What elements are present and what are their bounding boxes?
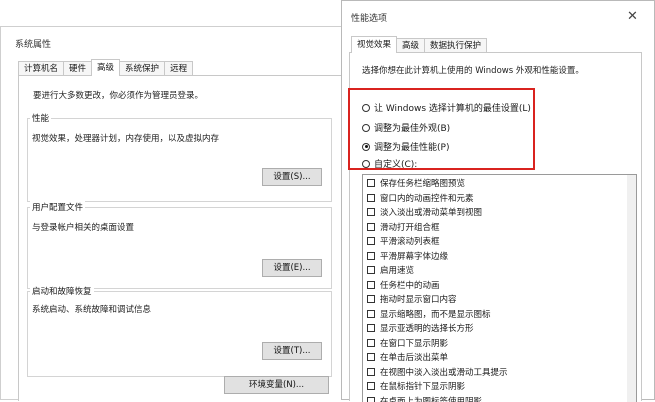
option-label: 淡入淡出或滑动菜单到视图	[380, 206, 482, 218]
option-label: 平滑滚动列表框	[380, 235, 440, 247]
window-title: 性能选项	[351, 11, 387, 24]
user-profile-group-label: 用户配置文件	[30, 201, 85, 213]
visual-effects-list[interactable]: 保存任务栏缩略图预览窗口内的动画控件和元素淡入淡出或滑动菜单到视图滑动打开组合框…	[362, 174, 637, 402]
startup-recovery-desc: 系统启动、系统故障和调试信息	[32, 303, 151, 315]
list-item[interactable]: 平滑屏幕字体边缘	[363, 249, 636, 264]
startup-settings-button[interactable]: 设置(T)...	[262, 342, 322, 360]
checkbox[interactable]	[367, 368, 375, 376]
close-icon[interactable]: ✕	[627, 10, 638, 23]
user-profile-settings-button[interactable]: 设置(E)...	[262, 259, 322, 277]
checkbox[interactable]	[367, 179, 375, 187]
tab-strip: 计算机名 硬件 高级 系统保护 远程	[18, 59, 192, 76]
advanced-tab-panel: 要进行大多数更改，你必须作为管理员登录。 性能 视觉效果，处理器计划，内存使用，…	[18, 75, 344, 401]
checkbox[interactable]	[367, 252, 375, 260]
tab-remote[interactable]: 远程	[164, 61, 193, 76]
list-item[interactable]: 拖动时显示窗口内容	[363, 292, 636, 307]
options-container: 保存任务栏缩略图预览窗口内的动画控件和元素淡入淡出或滑动菜单到视图滑动打开组合框…	[363, 175, 636, 402]
option-label: 拖动时显示窗口内容	[380, 293, 457, 305]
list-item[interactable]: 显示缩略图，而不是显示图标	[363, 307, 636, 322]
environment-variables-button[interactable]: 环境变量(N)...	[224, 376, 329, 394]
performance-options-window: 性能选项 ✕ 视觉效果 高级 数据执行保护 选择你想在此计算机上使用的 Wind…	[341, 0, 655, 400]
highlight-box	[348, 88, 535, 170]
user-profile-group: 用户配置文件 与登录帐户相关的桌面设置 设置(E)...	[27, 207, 332, 289]
tab-computer-name[interactable]: 计算机名	[18, 61, 64, 76]
checkbox[interactable]	[367, 324, 375, 332]
option-label: 任务栏中的动画	[380, 279, 440, 291]
option-label: 在桌面上为图标签使用阴影	[380, 395, 482, 402]
admin-note: 要进行大多数更改，你必须作为管理员登录。	[33, 89, 203, 101]
checkbox[interactable]	[367, 194, 375, 202]
checkbox[interactable]	[367, 353, 375, 361]
option-label: 在窗口下显示阴影	[380, 337, 448, 349]
list-item[interactable]: 淡入淡出或滑动菜单到视图	[363, 205, 636, 220]
tab-hardware[interactable]: 硬件	[63, 61, 92, 76]
option-label: 在视图中淡入淡出或滑动工具提示	[380, 366, 508, 378]
list-item[interactable]: 在窗口下显示阴影	[363, 336, 636, 351]
tab-strip: 视觉效果 高级 数据执行保护	[351, 36, 486, 53]
user-profile-desc: 与登录帐户相关的桌面设置	[32, 221, 134, 233]
option-label: 显示缩略图，而不是显示图标	[380, 308, 491, 320]
option-label: 滑动打开组合框	[380, 221, 440, 233]
performance-desc: 视觉效果，处理器计划，内存使用，以及虚拟内存	[32, 132, 219, 144]
list-item[interactable]: 启用速览	[363, 263, 636, 278]
tab-visual-effects[interactable]: 视觉效果	[351, 36, 397, 53]
list-item[interactable]: 平滑滚动列表框	[363, 234, 636, 249]
list-item[interactable]: 滑动打开组合框	[363, 220, 636, 235]
performance-group: 性能 视觉效果，处理器计划，内存使用，以及虚拟内存 设置(S)...	[27, 118, 332, 202]
tab-advanced[interactable]: 高级	[91, 59, 120, 76]
checkbox[interactable]	[367, 281, 375, 289]
checkbox[interactable]	[367, 208, 375, 216]
checkbox[interactable]	[367, 237, 375, 245]
tab-system-protection[interactable]: 系统保护	[119, 61, 165, 76]
performance-settings-button[interactable]: 设置(S)...	[262, 168, 322, 186]
list-item[interactable]: 在视图中淡入淡出或滑动工具提示	[363, 365, 636, 380]
checkbox[interactable]	[367, 223, 375, 231]
option-label: 显示亚透明的选择长方形	[380, 322, 474, 334]
list-item[interactable]: 任务栏中的动画	[363, 278, 636, 293]
checkbox[interactable]	[367, 295, 375, 303]
list-item[interactable]: 在桌面上为图标签使用阴影	[363, 394, 636, 402]
option-label: 平滑屏幕字体边缘	[380, 250, 448, 262]
performance-group-label: 性能	[30, 112, 51, 124]
option-label: 在单击后淡出菜单	[380, 351, 448, 363]
window-title: 系统属性	[15, 37, 51, 50]
checkbox[interactable]	[367, 397, 375, 402]
checkbox[interactable]	[367, 266, 375, 274]
list-item[interactable]: 在鼠标指针下显示阴影	[363, 379, 636, 394]
list-item[interactable]: 显示亚透明的选择长方形	[363, 321, 636, 336]
checkbox[interactable]	[367, 339, 375, 347]
scrollbar[interactable]	[627, 175, 636, 402]
list-item[interactable]: 保存任务栏缩略图预览	[363, 176, 636, 191]
list-item[interactable]: 窗口内的动画控件和元素	[363, 191, 636, 206]
tab-advanced[interactable]: 高级	[396, 38, 425, 53]
list-item[interactable]: 在单击后淡出菜单	[363, 350, 636, 365]
intro-text: 选择你想在此计算机上使用的 Windows 外观和性能设置。	[362, 64, 584, 76]
option-label: 保存任务栏缩略图预览	[380, 177, 465, 189]
startup-recovery-group-label: 启动和故障恢复	[30, 285, 94, 297]
startup-recovery-group: 启动和故障恢复 系统启动、系统故障和调试信息 设置(T)...	[27, 291, 332, 377]
checkbox[interactable]	[367, 382, 375, 390]
option-label: 启用速览	[380, 264, 414, 276]
option-label: 窗口内的动画控件和元素	[380, 192, 474, 204]
option-label: 在鼠标指针下显示阴影	[380, 380, 465, 392]
tab-data-execution-prevention[interactable]: 数据执行保护	[424, 38, 487, 53]
checkbox[interactable]	[367, 310, 375, 318]
system-properties-window: 系统属性 计算机名 硬件 高级 系统保护 远程 要进行大多数更改，你必须作为管理…	[0, 26, 344, 400]
